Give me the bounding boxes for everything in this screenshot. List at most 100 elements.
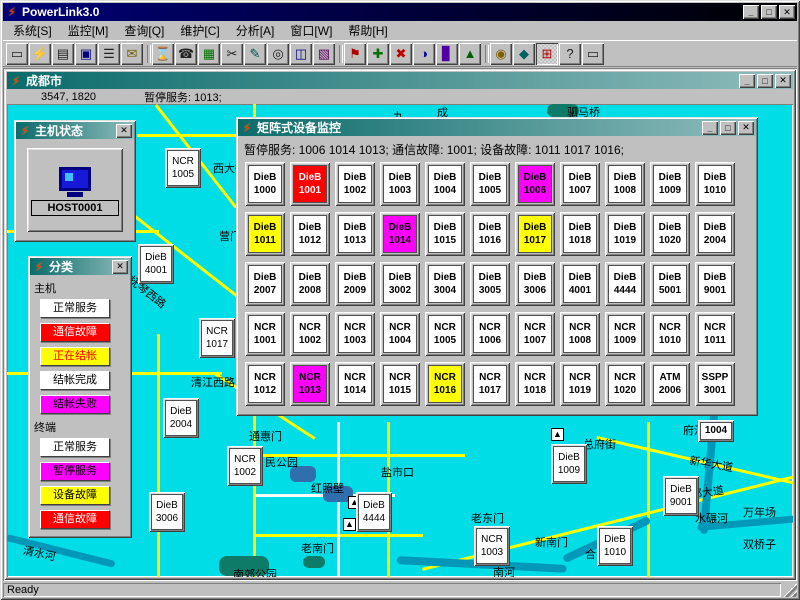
device-DieB-5001[interactable]: DieB5001 (650, 262, 690, 306)
device-NCR-1020[interactable]: NCR1020 (605, 362, 645, 406)
device-NCR-1002[interactable]: NCR1002 (227, 446, 263, 486)
toolbar-target-button[interactable]: ◎ (267, 43, 289, 65)
device-DieB-1006[interactable]: DieB1006 (515, 162, 555, 206)
menu-help[interactable]: 帮助[H] (340, 20, 395, 41)
minimize-button[interactable]: _ (743, 5, 759, 19)
device-DieB-1019[interactable]: DieB1019 (605, 212, 645, 256)
device-DieB-1010[interactable]: DieB1010 (695, 162, 735, 206)
device-NCR-1005[interactable]: NCR1005 (165, 148, 201, 188)
device-1004[interactable]: 1004 (698, 420, 734, 442)
maximize-button[interactable]: □ (761, 5, 777, 19)
toolbar-grid-active-button[interactable]: ⊞ (536, 43, 558, 65)
device-NCR-1019[interactable]: NCR1019 (560, 362, 600, 406)
device-DieB-2007[interactable]: DieB2007 (245, 262, 285, 306)
menu-window[interactable]: 窗口[W] (282, 20, 340, 41)
device-NCR-1010[interactable]: NCR1010 (650, 312, 690, 356)
map-maximize-button[interactable]: □ (757, 74, 773, 88)
toolbar-new-doc-button[interactable]: ▭ (6, 43, 28, 65)
device-DieB-1012[interactable]: DieB1012 (290, 212, 330, 256)
device-NCR-1014[interactable]: NCR1014 (335, 362, 375, 406)
main-titlebar[interactable]: ⚡ PowerLink3.0 _ □ ✕ (3, 3, 797, 21)
device-DieB-9001[interactable]: DieB9001 (695, 262, 735, 306)
toolbar-edit-button[interactable]: ✎ (244, 43, 266, 65)
device-NCR-1013[interactable]: NCR1013 (290, 362, 330, 406)
toolbar-clock-button[interactable]: ⌛ (152, 43, 174, 65)
toolbar-help-button[interactable]: ? (559, 43, 581, 65)
device-DieB-1010[interactable]: DieB1010 (597, 526, 633, 566)
device-DieB-4444[interactable]: DieB4444 (356, 492, 392, 532)
device-NCR-1006[interactable]: NCR1006 (470, 312, 510, 356)
menu-analyze[interactable]: 分析[A] (228, 20, 283, 41)
device-DieB-3006[interactable]: DieB3006 (149, 492, 185, 532)
device-DieB-4001[interactable]: DieB4001 (138, 244, 174, 284)
host-close-button[interactable]: ✕ (116, 124, 132, 138)
device-DieB-1003[interactable]: DieB1003 (380, 162, 420, 206)
toolbar-cut-button[interactable]: ✂ (221, 43, 243, 65)
toolbar-flag-button[interactable]: ⚑ (344, 43, 366, 65)
toolbar-pattern-button[interactable]: ▧ (313, 43, 335, 65)
toolbar-pie-chart-button[interactable]: ◑ (413, 43, 435, 65)
toolbar-diamond-button[interactable]: ◆ (513, 43, 535, 65)
device-NCR-1005[interactable]: NCR1005 (425, 312, 465, 356)
device-NCR-1017[interactable]: NCR1017 (199, 318, 235, 358)
device-NCR-1003[interactable]: NCR1003 (335, 312, 375, 356)
device-DieB-1009[interactable]: DieB1009 (650, 162, 690, 206)
device-DieB-1004[interactable]: DieB1004 (425, 162, 465, 206)
device-DieB-1013[interactable]: DieB1013 (335, 212, 375, 256)
device-DieB-2004[interactable]: DieB2004 (163, 398, 199, 438)
close-button[interactable]: ✕ (779, 5, 795, 19)
device-DieB-3005[interactable]: DieB3005 (470, 262, 510, 306)
matrix-close-button[interactable]: ✕ (738, 121, 754, 135)
toolbar-table-view-button[interactable]: ▤ (52, 43, 74, 65)
device-DieB-1008[interactable]: DieB1008 (605, 162, 645, 206)
toolbar-columns-button[interactable]: ◫ (290, 43, 312, 65)
device-DieB-1007[interactable]: DieB1007 (560, 162, 600, 206)
map-titlebar[interactable]: ⚡ 成都市 _ □ ✕ (7, 72, 793, 89)
device-NCR-1002[interactable]: NCR1002 (290, 312, 330, 356)
device-DieB-1017[interactable]: DieB1017 (515, 212, 555, 256)
matrix-minimize-button[interactable]: _ (702, 121, 718, 135)
map-close-button[interactable]: ✕ (775, 74, 791, 88)
device-NCR-1004[interactable]: NCR1004 (380, 312, 420, 356)
device-NCR-1012[interactable]: NCR1012 (245, 362, 285, 406)
matrix-maximize-button[interactable]: □ (720, 121, 736, 135)
device-NCR-1017[interactable]: NCR1017 (470, 362, 510, 406)
device-NCR-1011[interactable]: NCR1011 (695, 312, 735, 356)
device-DieB-1000[interactable]: DieB1000 (245, 162, 285, 206)
device-DieB-1011[interactable]: DieB1011 (245, 212, 285, 256)
device-DieB-9001[interactable]: DieB9001 (663, 476, 699, 516)
map-minimize-button[interactable]: _ (739, 74, 755, 88)
device-DieB-4001[interactable]: DieB4001 (560, 262, 600, 306)
device-DieB-1009[interactable]: DieB1009 (551, 444, 587, 484)
device-NCR-1003[interactable]: NCR1003 (474, 526, 510, 566)
menu-maintain[interactable]: 维护[C] (172, 20, 227, 41)
device-SSPP-3001[interactable]: SSPP3001 (695, 362, 735, 406)
device-DieB-2009[interactable]: DieB2009 (335, 262, 375, 306)
resize-grip[interactable] (783, 583, 797, 597)
toolbar-about-button[interactable]: ▭ (582, 43, 604, 65)
device-DieB-1015[interactable]: DieB1015 (425, 212, 465, 256)
device-DieB-2008[interactable]: DieB2008 (290, 262, 330, 306)
device-NCR-1001[interactable]: NCR1001 (245, 312, 285, 356)
device-ATM-2006[interactable]: ATM2006 (650, 362, 690, 406)
device-DieB-1002[interactable]: DieB1002 (335, 162, 375, 206)
device-DieB-3002[interactable]: DieB3002 (380, 262, 420, 306)
device-NCR-1007[interactable]: NCR1007 (515, 312, 555, 356)
toolbar-shape-button[interactable]: ◉ (490, 43, 512, 65)
map-canvas[interactable]: 九成驷马桥西大街营门口抚琴西路清江西路通惠门民公园红照壁盐市口总府街府河新华大道… (7, 104, 793, 577)
toolbar-up-arrow-button[interactable]: ▲ (459, 43, 481, 65)
toolbar-bar-chart-button[interactable]: ▊ (436, 43, 458, 65)
device-DieB-1005[interactable]: DieB1005 (470, 162, 510, 206)
toolbar-delete-button[interactable]: ✖ (390, 43, 412, 65)
toolbar-monitor-view-button[interactable]: ▣ (75, 43, 97, 65)
device-DieB-3004[interactable]: DieB3004 (425, 262, 465, 306)
device-DieB-2004[interactable]: DieB2004 (695, 212, 735, 256)
toolbar-list-view-button[interactable]: ☰ (98, 43, 120, 65)
device-NCR-1009[interactable]: NCR1009 (605, 312, 645, 356)
toolbar-phone-button[interactable]: ☎ (175, 43, 197, 65)
toolbar-lightning-button[interactable]: ⚡ (29, 43, 51, 65)
toolbar-add-button[interactable]: ✚ (367, 43, 389, 65)
legend-titlebar[interactable]: ⚡ 分类 ✕ (30, 258, 130, 275)
toolbar-mail-button[interactable]: ✉ (121, 43, 143, 65)
device-DieB-1001[interactable]: DieB1001 (290, 162, 330, 206)
